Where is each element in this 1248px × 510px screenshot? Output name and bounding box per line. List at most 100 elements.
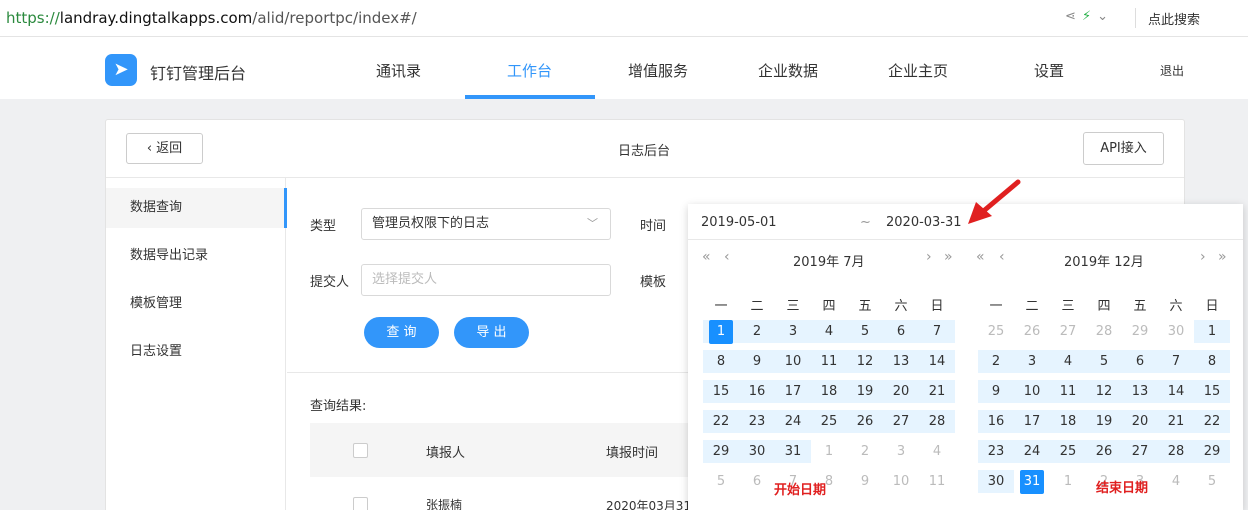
left-prev-year-icon[interactable]: « — [702, 249, 711, 265]
calendar-day[interactable]: 1 — [1194, 320, 1230, 343]
calendar-day[interactable]: 9 — [739, 350, 775, 373]
calendar-day[interactable]: 8 — [703, 350, 739, 373]
calendar-day[interactable]: 7 — [919, 320, 955, 343]
calendar-day[interactable]: 3 — [883, 440, 919, 463]
calendar-day[interactable]: 1 — [703, 320, 739, 344]
calendar-day[interactable]: 6 — [739, 470, 775, 493]
calendar-day[interactable]: 28 — [1158, 440, 1194, 463]
nav-settings[interactable]: 设置 — [1034, 60, 1064, 81]
right-prev-month-icon[interactable]: ‹ — [999, 249, 1005, 265]
nav-contacts[interactable]: 通讯录 — [376, 60, 421, 81]
calendar-day[interactable]: 25 — [1050, 440, 1086, 463]
calendar-day[interactable]: 9 — [847, 470, 883, 493]
sidebar-item-export-records[interactable]: 数据导出记录 — [106, 236, 286, 276]
calendar-day[interactable]: 14 — [1158, 380, 1194, 403]
calendar-day[interactable]: 28 — [1086, 320, 1122, 343]
calendar-day[interactable]: 25 — [978, 320, 1014, 343]
calendar-day[interactable]: 23 — [978, 440, 1014, 463]
calendar-day[interactable]: 27 — [1122, 440, 1158, 463]
calendar-day[interactable]: 25 — [811, 410, 847, 433]
calendar-day[interactable]: 22 — [1194, 410, 1230, 433]
calendar-day[interactable]: 30 — [739, 440, 775, 463]
left-next-year-icon[interactable]: » — [944, 249, 953, 265]
calendar-day[interactable]: 24 — [1014, 440, 1050, 463]
calendar-day[interactable]: 5 — [847, 320, 883, 343]
sidebar-item-data-query[interactable]: 数据查询 — [106, 188, 286, 228]
calendar-day[interactable]: 5 — [1086, 350, 1122, 373]
logout-link[interactable]: 退出 — [1160, 62, 1184, 79]
calendar-day[interactable]: 18 — [1050, 410, 1086, 433]
calendar-day[interactable]: 29 — [1122, 320, 1158, 343]
calendar-day[interactable]: 14 — [919, 350, 955, 373]
calendar-day[interactable]: 2 — [847, 440, 883, 463]
calendar-day[interactable]: 4 — [1050, 350, 1086, 373]
left-prev-month-icon[interactable]: ‹ — [724, 249, 730, 265]
calendar-day[interactable]: 12 — [847, 350, 883, 373]
calendar-day[interactable]: 11 — [811, 350, 847, 373]
calendar-day[interactable]: 13 — [883, 350, 919, 373]
calendar-day[interactable]: 26 — [1086, 440, 1122, 463]
type-select[interactable]: 管理员权限下的日志 ﹀ — [361, 208, 611, 240]
export-button[interactable]: 导 出 — [454, 317, 529, 348]
api-access-button[interactable]: API接入 — [1083, 132, 1164, 165]
end-date-input[interactable]: 2020-03-31 — [886, 215, 962, 230]
left-next-month-icon[interactable]: › — [926, 249, 932, 265]
nav-workbench[interactable]: 工作台 — [507, 60, 552, 81]
right-next-year-icon[interactable]: » — [1218, 249, 1227, 265]
calendar-day[interactable]: 16 — [978, 410, 1014, 433]
calendar-day[interactable]: 10 — [775, 350, 811, 373]
calendar-day[interactable]: 27 — [1050, 320, 1086, 343]
calendar-day[interactable]: 17 — [1014, 410, 1050, 433]
calendar-day[interactable]: 1 — [1050, 470, 1086, 493]
calendar-day[interactable]: 12 — [1086, 380, 1122, 403]
calendar-day[interactable]: 9 — [978, 380, 1014, 403]
start-date-input[interactable]: 2019-05-01 — [701, 215, 777, 230]
calendar-day[interactable]: 8 — [1194, 350, 1230, 373]
calendar-day[interactable]: 6 — [1122, 350, 1158, 373]
calendar-day[interactable]: 17 — [775, 380, 811, 403]
right-calendar-title[interactable]: 2019年 12月 — [1064, 251, 1144, 270]
calendar-day[interactable]: 23 — [739, 410, 775, 433]
calendar-day[interactable]: 4 — [1158, 470, 1194, 493]
calendar-day[interactable]: 19 — [847, 380, 883, 403]
calendar-day[interactable]: 21 — [919, 380, 955, 403]
calendar-day[interactable]: 22 — [703, 410, 739, 433]
nav-value-services[interactable]: 增值服务 — [628, 60, 688, 81]
calendar-day[interactable]: 10 — [883, 470, 919, 493]
calendar-day[interactable]: 15 — [703, 380, 739, 403]
nav-enterprise-home[interactable]: 企业主页 — [888, 60, 948, 81]
share-icon[interactable]: ⋖ — [1065, 9, 1082, 24]
calendar-day[interactable]: 20 — [1122, 410, 1158, 433]
calendar-day[interactable]: 26 — [847, 410, 883, 433]
calendar-day[interactable]: 30 — [1158, 320, 1194, 343]
nav-enterprise-data[interactable]: 企业数据 — [758, 60, 818, 81]
calendar-day[interactable]: 4 — [811, 320, 847, 343]
calendar-day[interactable]: 1 — [811, 440, 847, 463]
calendar-day[interactable]: 15 — [1194, 380, 1230, 403]
calendar-day[interactable]: 4 — [919, 440, 955, 463]
submitter-input[interactable]: 选择提交人 — [361, 264, 611, 296]
chevron-down-icon[interactable]: ⌄ — [1097, 9, 1114, 24]
browser-search[interactable]: 点此搜索 — [1148, 9, 1200, 28]
address-bar[interactable]: https://landray.dingtalkapps.com/alid/re… — [6, 9, 417, 27]
calendar-day[interactable]: 29 — [703, 440, 739, 463]
calendar-day[interactable]: 10 — [1014, 380, 1050, 403]
calendar-day[interactable]: 20 — [883, 380, 919, 403]
right-prev-year-icon[interactable]: « — [976, 249, 985, 265]
calendar-day[interactable]: 30 — [978, 470, 1014, 493]
calendar-day[interactable]: 5 — [703, 470, 739, 493]
calendar-day[interactable]: 13 — [1122, 380, 1158, 403]
calendar-day[interactable]: 2 — [739, 320, 775, 343]
calendar-day[interactable]: 21 — [1158, 410, 1194, 433]
calendar-day[interactable]: 29 — [1194, 440, 1230, 463]
sidebar-item-template-management[interactable]: 模板管理 — [106, 284, 286, 324]
calendar-day[interactable]: 31 — [775, 440, 811, 463]
calendar-day[interactable]: 28 — [919, 410, 955, 433]
select-all-checkbox[interactable] — [353, 443, 368, 458]
calendar-day[interactable]: 5 — [1194, 470, 1230, 493]
calendar-day[interactable]: 26 — [1014, 320, 1050, 343]
query-button[interactable]: 查 询 — [364, 317, 439, 348]
right-next-month-icon[interactable]: › — [1200, 249, 1206, 265]
row-checkbox[interactable] — [353, 497, 368, 510]
bolt-icon[interactable]: ⚡ — [1082, 9, 1097, 24]
